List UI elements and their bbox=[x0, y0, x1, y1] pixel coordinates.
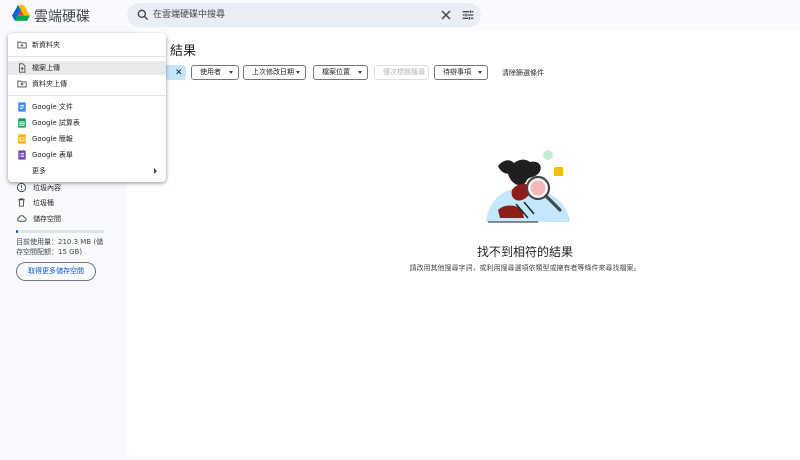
menu-divider bbox=[8, 95, 166, 96]
chip-label: 檔案位置 bbox=[322, 68, 350, 76]
sidebar-item-trash[interactable]: 垃圾桶 bbox=[16, 196, 116, 210]
google-forms-icon bbox=[18, 150, 26, 160]
new-folder-icon bbox=[17, 41, 27, 49]
google-slides-icon bbox=[18, 134, 26, 144]
menu-item-file-upload[interactable]: 檔案上傳 bbox=[8, 61, 166, 75]
chip-label: 使用者 bbox=[200, 68, 221, 76]
storage-progress-fill bbox=[16, 230, 18, 233]
caret-down-icon bbox=[358, 71, 362, 74]
caret-down-icon bbox=[478, 71, 482, 74]
menu-item-folder-upload[interactable]: 資料夾上傳 bbox=[8, 77, 166, 91]
type-filter-chip[interactable]: ✕ bbox=[165, 65, 186, 80]
menu-item-new-folder[interactable]: 新資料夾 bbox=[8, 38, 166, 52]
menu-item-google-sheets[interactable]: Google 試算表 bbox=[8, 116, 166, 130]
search-input[interactable] bbox=[153, 7, 433, 23]
caret-down-icon bbox=[229, 71, 233, 74]
google-sheets-icon bbox=[18, 118, 26, 128]
close-icon[interactable]: ✕ bbox=[175, 68, 183, 78]
folder-upload-icon bbox=[17, 80, 27, 88]
people-filter-chip[interactable]: 使用者 bbox=[191, 65, 239, 80]
location-filter-chip[interactable]: 檔案位置 bbox=[313, 65, 368, 80]
menu-item-label: 資料夾上傳 bbox=[32, 80, 67, 88]
empty-results-illustration bbox=[486, 150, 570, 223]
menu-item-label: 更多 bbox=[32, 167, 46, 175]
chip-label: 上次修改日期 bbox=[252, 68, 294, 76]
page-title: 結果 bbox=[170, 44, 197, 59]
sidebar-item-label: 垃圾內容 bbox=[33, 184, 61, 192]
app-title[interactable]: 雲端硬碟 bbox=[34, 6, 90, 26]
caret-down-icon bbox=[296, 71, 300, 74]
get-more-storage-button[interactable]: 取得更多儲存空間 bbox=[16, 262, 96, 281]
google-docs-icon bbox=[18, 102, 26, 112]
title-only-filter-chip[interactable]: 僅次標題搜尋 bbox=[374, 65, 429, 80]
menu-item-more[interactable]: 更多 bbox=[8, 164, 166, 178]
search-options-icon[interactable] bbox=[460, 7, 476, 23]
storage-progress-bar bbox=[16, 230, 104, 233]
chip-label: 待辦事項 bbox=[443, 68, 471, 76]
menu-item-label: 檔案上傳 bbox=[32, 64, 60, 72]
sidebar-item-spam[interactable]: 垃圾內容 bbox=[16, 181, 116, 195]
menu-item-label: Google 簡報 bbox=[32, 135, 73, 143]
menu-item-google-slides[interactable]: Google 簡報 bbox=[8, 132, 166, 146]
search-icon[interactable] bbox=[136, 8, 150, 22]
drive-logo-icon[interactable] bbox=[12, 5, 30, 21]
trash-icon bbox=[18, 198, 25, 207]
menu-item-label: 新資料夾 bbox=[32, 41, 60, 49]
file-upload-icon bbox=[19, 63, 26, 73]
chip-label: 僅次標題搜尋 bbox=[383, 68, 425, 76]
search-bar[interactable] bbox=[127, 3, 481, 27]
menu-item-google-docs[interactable]: Google 文件 bbox=[8, 100, 166, 114]
empty-state-title: 找不到相符的結果 bbox=[476, 245, 573, 259]
menu-item-label: Google 試算表 bbox=[32, 119, 80, 127]
menu-divider bbox=[8, 56, 166, 57]
clear-filters-button[interactable]: 清除篩選條件 bbox=[502, 68, 544, 78]
menu-item-label: Google 表單 bbox=[32, 151, 73, 159]
menu-item-label: Google 文件 bbox=[32, 103, 73, 111]
spam-icon bbox=[16, 182, 27, 193]
todo-filter-chip[interactable]: 待辦事項 bbox=[434, 65, 488, 80]
close-icon[interactable] bbox=[438, 7, 454, 23]
menu-item-google-forms[interactable]: Google 表單 bbox=[8, 148, 166, 162]
sidebar-item-label: 垃圾桶 bbox=[33, 199, 54, 207]
empty-state-subtitle: 請改用其他搜尋字詞，或利用搜尋選項依類型或擁有者等條件來尋找檔案。 bbox=[409, 264, 641, 272]
new-menu: 新資料夾 檔案上傳 資料夾上傳 Google 文件 Google 試算表 Goo… bbox=[8, 33, 166, 182]
storage-usage-text: 目前使用量：210.3 MB (儲存空間配額：15 GB) bbox=[16, 238, 104, 256]
chevron-right-icon bbox=[154, 168, 157, 174]
cloud-icon bbox=[17, 215, 27, 222]
sidebar-item-label: 儲存空間 bbox=[33, 215, 61, 223]
modified-filter-chip[interactable]: 上次修改日期 bbox=[243, 65, 306, 80]
top-bar: 雲端硬碟 bbox=[0, 0, 800, 30]
sidebar-item-storage[interactable]: 儲存空間 bbox=[16, 212, 116, 226]
